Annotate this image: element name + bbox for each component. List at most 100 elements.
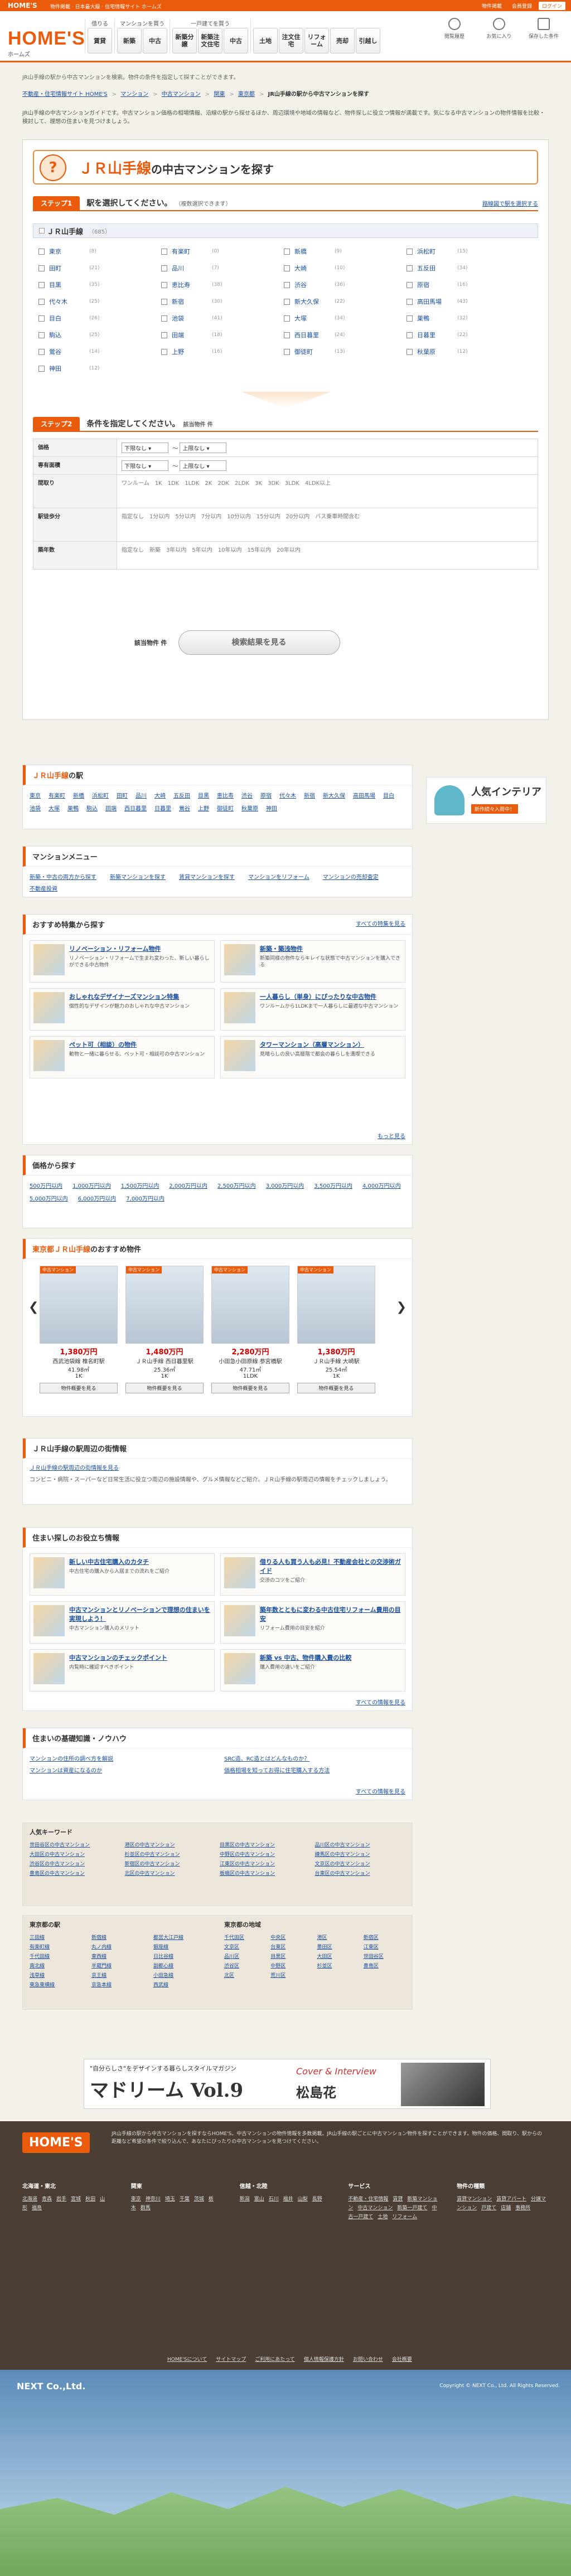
footer-link[interactable]: 戸建て — [481, 2205, 496, 2211]
nav-sell-button[interactable]: 売却 — [330, 28, 355, 54]
footer-link[interactable]: 賃貸マンション — [457, 2196, 492, 2202]
region-link[interactable]: 品川区 — [224, 1952, 266, 1960]
tips-title[interactable]: 借りる人も買う人も必見！不動産会社との交渉術ガイド — [260, 1557, 401, 1575]
region-link[interactable]: 台東区 — [270, 1943, 312, 1950]
region-link[interactable]: 新宿区 — [364, 1933, 405, 1941]
station-checkbox[interactable] — [38, 348, 45, 355]
more-features-link[interactable]: もっと見る — [378, 1131, 405, 1140]
keyword-link[interactable]: 中野区の中古マンション — [220, 1850, 311, 1858]
footer-link[interactable]: 事務所 — [515, 2205, 530, 2211]
station-link[interactable]: 池袋 — [30, 804, 41, 812]
station-link[interactable]: 新橋 — [73, 791, 84, 799]
station-option[interactable]: 代々木 (25) — [38, 296, 161, 307]
station-link[interactable]: 新大久保 — [323, 791, 345, 799]
nav-new-mansion-button[interactable]: 新築 — [117, 28, 142, 54]
keyword-link[interactable]: 新宿区の中古マンション — [125, 1860, 216, 1867]
station-link[interactable]: 高田馬場 — [353, 791, 375, 799]
region-link[interactable]: 西武線 — [153, 1981, 211, 1988]
station-option[interactable]: 浜松町 (15) — [407, 246, 529, 257]
price-link[interactable]: 6,000万円以内 — [78, 1194, 117, 1202]
station-link[interactable]: 原宿 — [260, 791, 272, 799]
nav-rent-button[interactable]: 賃貸 — [88, 28, 112, 54]
region-link[interactable]: 三田線 — [30, 1933, 87, 1941]
madori-options[interactable]: ワンルーム 1K 1DK 1LDK 2K 2DK 2LDK 3K 3DK 3LD… — [117, 474, 538, 508]
station-option[interactable]: 有楽町 (0) — [161, 246, 284, 257]
tips-card[interactable]: 築年数とともに変わる中古住宅リフォーム費用の目安 リフォーム費用の目安を紹介 — [220, 1601, 405, 1644]
region-link[interactable]: 中央区 — [270, 1933, 312, 1941]
station-link[interactable]: 鶯谷 — [179, 804, 190, 812]
region-link[interactable]: 浅草線 — [30, 1971, 87, 1979]
crumb-link[interactable]: 関東 — [214, 91, 225, 98]
station-option[interactable]: 駒込 (25) — [38, 329, 161, 341]
station-checkbox[interactable] — [161, 265, 167, 271]
keyword-link[interactable]: 品川区の中古マンション — [315, 1841, 406, 1848]
station-option[interactable]: 鶯谷 (14) — [38, 346, 161, 357]
station-checkbox[interactable] — [38, 365, 45, 372]
property-photo[interactable]: 中古マンション — [211, 1266, 289, 1344]
knowhow-link[interactable]: マンションの住所の調べ方を解説 — [30, 1754, 211, 1762]
station-option[interactable]: 新橋 (9) — [284, 246, 407, 257]
price-link[interactable]: 500万円以内 — [30, 1181, 62, 1189]
footer-link[interactable]: 茨城 — [194, 2196, 204, 2202]
station-option[interactable]: 新大久保 (22) — [284, 296, 407, 307]
knowhow-link[interactable]: マンションは資産になるのか — [30, 1766, 211, 1774]
tips-title[interactable]: 新築 vs 中古、物件購入費の比較 — [260, 1653, 351, 1662]
property-detail-button[interactable]: 物件概要を見る — [125, 1383, 204, 1393]
history-link[interactable]: 閲覧履歴 — [438, 18, 471, 40]
station-checkbox[interactable] — [284, 315, 290, 322]
station-link[interactable]: 秋葉原 — [241, 804, 258, 812]
features-title[interactable]: 新築・築浅物件 — [260, 944, 401, 953]
features-card[interactable]: タワーマンション（高層マンション） 見晴らしの良い高層階で都会の暮らしを満喫できる — [220, 1036, 405, 1078]
region-link[interactable]: 都営大江戸線 — [153, 1933, 211, 1941]
region-link[interactable]: 文京区 — [224, 1943, 266, 1950]
footer-link[interactable]: 福島 — [32, 2205, 42, 2211]
keyword-link[interactable]: 世田谷区の中古マンション — [30, 1841, 120, 1848]
region-link[interactable]: 副都心線 — [153, 1962, 211, 1969]
footer-bottom-link[interactable]: 個人情報保護方針 — [304, 2355, 344, 2363]
region-link[interactable]: 南北線 — [30, 1962, 87, 1969]
station-link[interactable]: 大塚 — [49, 804, 60, 812]
magazine-banner[interactable]: "自分らしさ"をデザインする暮らしスタイルマガジン マドリーム Vol.9 Co… — [84, 2059, 491, 2109]
station-link[interactable]: 上野 — [198, 804, 209, 812]
features-title[interactable]: タワーマンション（高層マンション） — [260, 1040, 375, 1049]
property-card[interactable]: 中古マンション 1,380万円 ＪＲ山手線 大崎駅 25.54㎡ 1K 物件概要を見る — [297, 1266, 375, 1393]
station-option[interactable]: 原宿 (16) — [407, 279, 529, 290]
station-checkbox[interactable] — [38, 248, 45, 255]
keyword-link[interactable]: 目黒区の中古マンション — [220, 1841, 311, 1848]
property-card[interactable]: 中古マンション 2,280万円 小田急小田原線 参宮橋駅 47.71㎡ 1LDK 物件概要… — [211, 1266, 289, 1393]
keyword-link[interactable]: 板橋区の中古マンション — [220, 1869, 311, 1877]
region-link[interactable]: 目黒区 — [270, 1952, 312, 1960]
footer-link[interactable]: 北海道 — [22, 2196, 37, 2202]
region-link[interactable]: 世田谷区 — [364, 1952, 405, 1960]
footer-link[interactable]: 店舗 — [501, 2205, 511, 2211]
station-option[interactable]: 巣鴨 (32) — [407, 313, 529, 324]
footer-link[interactable]: 賃貸アパート — [496, 2196, 526, 2202]
knowhow-link[interactable]: SRC造、RC造とはどんなものか？ — [224, 1754, 405, 1762]
station-option[interactable]: 渋谷 (36) — [284, 279, 407, 290]
features-card[interactable]: 一人暮らし（単身）にぴったりな中古物件 ワンルームから1LDKまで一人暮らしに最適… — [220, 988, 405, 1031]
footer-link[interactable]: 長野 — [312, 2196, 322, 2202]
keyword-link[interactable]: 豊島区の中古マンション — [30, 1869, 120, 1877]
tips-title[interactable]: 中古マンションのチェックポイント — [69, 1653, 167, 1662]
price-link[interactable]: 5,000万円以内 — [30, 1194, 68, 1202]
footer-link[interactable]: 不動産・住宅情報 — [348, 2196, 388, 2202]
menu-link[interactable]: マンションをリフォーム — [248, 872, 309, 881]
nav-custom-house-button[interactable]: 新築注文住宅 — [198, 28, 222, 54]
region-link[interactable]: 江東区 — [364, 1943, 405, 1950]
station-link[interactable]: 新宿 — [304, 791, 315, 799]
menu-link[interactable]: 不動産投資 — [30, 884, 57, 892]
keyword-link[interactable]: 渋谷区の中古マンション — [30, 1860, 120, 1867]
station-link[interactable]: 目白 — [383, 791, 394, 799]
menu-link[interactable]: 新築マンションを探す — [110, 872, 166, 881]
region-link[interactable]: 杉並区 — [317, 1962, 359, 1969]
footer-link[interactable]: 岩手 — [56, 2196, 66, 2202]
nav-new-house-button[interactable]: 新築分譲 — [172, 28, 197, 54]
station-option[interactable]: 田端 (18) — [161, 329, 284, 341]
station-link[interactable]: 目黒 — [198, 791, 209, 799]
walk-options[interactable]: 指定なし 1分以内 5分以内 7分以内 10分以内 15分以内 20分以内 バス… — [117, 508, 538, 542]
station-checkbox[interactable] — [407, 332, 413, 338]
footer-bottom-link[interactable]: お問い合わせ — [353, 2355, 383, 2363]
region-link[interactable]: 銀座線 — [153, 1943, 211, 1950]
price-link[interactable]: 1,500万円以内 — [121, 1181, 159, 1189]
station-option[interactable]: 大崎 (10) — [284, 263, 407, 274]
